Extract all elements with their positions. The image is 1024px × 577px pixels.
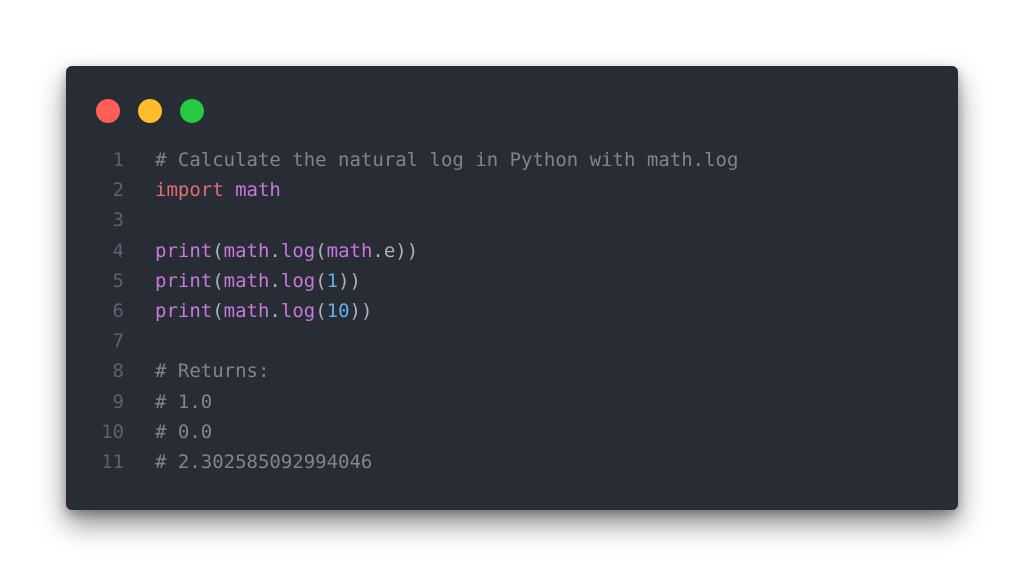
line-source: import math	[155, 175, 281, 205]
code-token-keyword: import	[155, 179, 224, 202]
code-token-plain: (	[212, 239, 224, 262]
code-token-plain: .	[269, 239, 281, 262]
line-number: 4	[112, 239, 124, 262]
line-source: # Calculate the natural log in Python wi…	[155, 145, 738, 175]
code-token-fn: print	[155, 299, 213, 322]
code-token-fn: print	[155, 239, 213, 262]
line-number: 1	[112, 149, 124, 171]
code-token-num: 1	[326, 269, 339, 292]
line-number: 7	[112, 330, 124, 353]
code-line: 2 import math	[66, 175, 958, 205]
line-number: 5	[112, 269, 124, 292]
code-token-plain: ))	[349, 299, 373, 322]
line-number: 6	[112, 299, 124, 322]
code-token-comment: # 2.302585092994046	[155, 450, 373, 473]
line-number: 9	[112, 390, 124, 413]
code-token-num: 10	[326, 299, 350, 322]
code-token-plain: (	[212, 269, 224, 292]
code-token-fn: log	[280, 239, 316, 262]
code-token-name: math	[326, 239, 373, 262]
line-number: 11	[101, 450, 124, 473]
code-token-fn: log	[280, 299, 316, 322]
code-line: 6 print(math.log(10))	[66, 296, 958, 326]
close-dot-icon[interactable]	[96, 99, 120, 123]
code-line: 4 print(math.log(math.e))	[66, 236, 958, 266]
line-source: print(math.log(1))	[155, 266, 361, 296]
code-block: 1 # Calculate the natural log in Python w…	[66, 145, 958, 477]
minimize-dot-icon[interactable]	[138, 99, 162, 123]
code-line: 8 # Returns:	[66, 356, 958, 386]
code-token-plain: (	[212, 299, 224, 322]
line-source: # 0.0	[155, 417, 212, 447]
code-token-comment: # 1.0	[155, 390, 213, 413]
code-token-fn: log	[280, 269, 316, 292]
code-token-name: math	[223, 269, 270, 292]
line-source: # Returns:	[155, 356, 269, 386]
line-number: 10	[101, 420, 124, 443]
line-source: print(math.log(math.e))	[155, 236, 418, 266]
line-source: # 1.0	[155, 387, 212, 417]
code-line: 10 # 0.0	[66, 417, 958, 447]
code-token-name: math	[235, 179, 281, 202]
code-token-plain: ))	[338, 269, 361, 292]
code-token-name: math	[223, 299, 270, 322]
maximize-dot-icon[interactable]	[180, 99, 204, 123]
code-token-comment: # Returns:	[155, 360, 270, 383]
code-token-fn: print	[155, 269, 213, 292]
line-number: 8	[112, 360, 124, 383]
code-token-plain: .	[269, 299, 281, 322]
code-line: 9 # 1.0	[66, 387, 958, 417]
code-token-plain: .	[269, 269, 281, 292]
code-line: 7	[66, 326, 958, 356]
code-token-plain: (	[315, 269, 327, 292]
code-line: 5 print(math.log(1))	[66, 266, 958, 296]
line-source: print(math.log(10))	[155, 296, 372, 326]
code-token-plain: .e))	[372, 239, 419, 262]
code-window: 1 # Calculate the natural log in Python w…	[66, 66, 958, 510]
code-token-plain: (	[315, 239, 327, 262]
line-number: 2	[112, 179, 124, 202]
code-line: 1 # Calculate the natural log in Python w…	[66, 145, 958, 175]
code-token-comment: # Calculate the natural log in Python wi…	[155, 149, 739, 171]
code-line: 3	[66, 205, 958, 235]
line-source: # 2.302585092994046	[155, 447, 372, 477]
code-line: 11 # 2.302585092994046	[66, 447, 958, 477]
code-token-comment: # 0.0	[155, 420, 213, 443]
code-token-name: math	[223, 239, 270, 262]
line-number: 3	[112, 209, 124, 232]
code-token-plain: (	[315, 299, 327, 322]
